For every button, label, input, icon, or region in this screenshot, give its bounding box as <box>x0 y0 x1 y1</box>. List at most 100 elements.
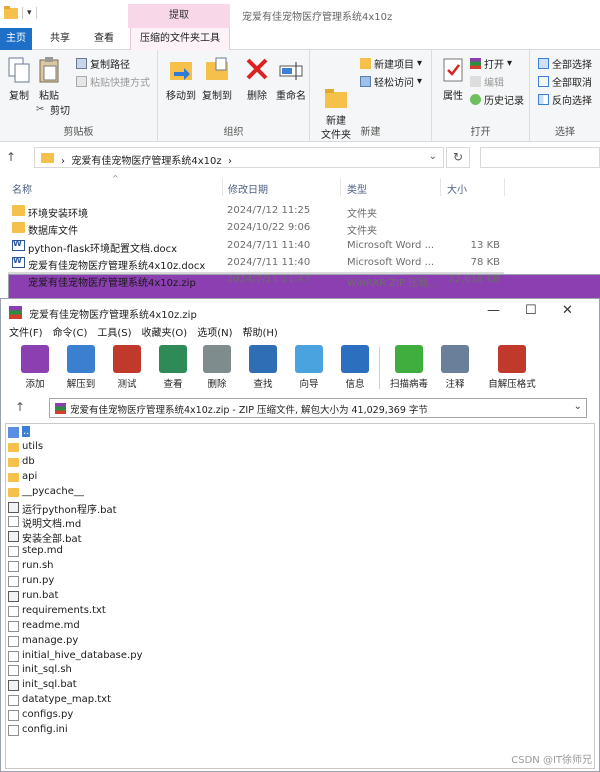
chevron-down-icon[interactable]: ⌄ <box>574 401 582 412</box>
file-name: python-flask环境配置文档.docx <box>28 244 178 255</box>
file-date: 2024/7/11 11:40 <box>227 257 311 268</box>
folder-icon <box>8 472 19 482</box>
batch-file-icon <box>8 531 19 543</box>
wizard-button[interactable]: 向导 <box>285 345 333 390</box>
tab-compressed-folder-tools[interactable]: 压缩的文件夹工具 <box>130 28 230 50</box>
file-date: 2024/7/11 11:47 <box>227 274 311 285</box>
winrar-titlebar: 宠爱有佳宠物医疗管理系统4x10z.zip — ☐ ✕ <box>1 299 599 325</box>
delete-button[interactable]: 删除 <box>238 54 276 102</box>
file-type: Microsoft Word ... <box>347 257 435 268</box>
menu-help[interactable]: 帮助(H) <box>243 325 278 343</box>
tab-view[interactable]: 查看 <box>88 28 120 50</box>
find-icon <box>249 345 277 373</box>
add-button[interactable]: 添加 <box>11 345 59 390</box>
chevron-down-icon: ▾ <box>507 58 513 69</box>
winrar-address-row: ↑ 宠爱有佳宠物医疗管理系统4x10z.zip - ZIP 压缩文件, 解包大小… <box>1 397 599 419</box>
list-item-label: step.md <box>22 545 63 557</box>
file-icon <box>8 546 19 558</box>
history-button[interactable]: 历史记录 <box>470 92 524 107</box>
copy-path-button[interactable]: 复制路径 <box>76 56 130 71</box>
nav-up-arrow-icon[interactable]: ↑ <box>6 150 16 164</box>
col-type[interactable]: 类型 <box>347 181 367 196</box>
rename-button[interactable]: 重命名 <box>272 54 310 102</box>
invert-selection-icon <box>538 94 549 105</box>
up-arrow-icon[interactable]: ↑ <box>15 400 25 414</box>
file-name: 数据库文件 <box>28 226 78 237</box>
file-row[interactable]: 数据库文件 2024/10/22 9:06 文件夹 <box>8 220 504 237</box>
easy-access-button[interactable]: 轻松访问 ▾ <box>360 74 422 89</box>
sort-caret-icon: ^ <box>112 174 119 183</box>
chevron-down-icon: ▾ <box>417 76 423 87</box>
tab-home[interactable]: 主页 <box>0 28 32 50</box>
search-input[interactable] <box>480 147 600 168</box>
cut-button[interactable]: ✂ 剪切 <box>36 102 70 117</box>
copy-icon <box>6 56 32 84</box>
info-button[interactable]: 信息 <box>331 345 379 390</box>
history-icon <box>470 94 481 105</box>
file-icon <box>8 635 19 647</box>
select-all-button[interactable]: 全部选择 <box>538 56 592 71</box>
winrar-icon <box>470 58 481 69</box>
file-icon <box>8 650 19 662</box>
test-icon <box>113 345 141 373</box>
file-row[interactable]: 环境安装环境 2024/7/12 11:25 文件夹 <box>8 203 504 220</box>
sfx-button[interactable]: 自解压格式 <box>483 345 541 390</box>
file-icon <box>8 576 19 587</box>
file-row[interactable]: python-flask环境配置文档.docx 2024/7/11 11:40 Mi… <box>8 238 504 255</box>
folder-icon <box>8 487 19 497</box>
col-date[interactable]: 修改日期 <box>228 181 268 196</box>
extract-to-icon <box>67 345 95 373</box>
paste-shortcut-button[interactable]: 粘贴快捷方式 <box>76 74 150 89</box>
extract-to-button[interactable]: 解压到 <box>57 345 105 390</box>
menu-command[interactable]: 命令(C) <box>53 325 88 343</box>
delete-button[interactable]: 删除 <box>193 345 241 390</box>
winrar-path-dropdown[interactable]: 宠爱有佳宠物医疗管理系统4x10z.zip - ZIP 压缩文件, 解包大小为 … <box>49 398 587 418</box>
view-button[interactable]: 查看 <box>149 345 197 390</box>
properties-button[interactable]: 属性 <box>434 54 472 102</box>
copy-to-button[interactable]: 复制到 <box>198 54 236 102</box>
minimize-icon[interactable]: — <box>487 303 500 318</box>
comment-button[interactable]: 注释 <box>431 345 479 390</box>
list-item-label: __pycache__ <box>22 485 84 497</box>
move-to-button[interactable]: 移动到 <box>162 54 200 102</box>
menu-options[interactable]: 选项(N) <box>197 325 232 343</box>
file-name: 宠爱有佳宠物医疗管理系统4x10z.docx <box>28 261 206 272</box>
close-icon[interactable]: ✕ <box>562 303 573 318</box>
maximize-icon[interactable]: ☐ <box>525 303 537 318</box>
copy-to-icon <box>204 56 230 84</box>
new-item-button[interactable]: 新建项目 ▾ <box>360 56 422 71</box>
new-folder-button[interactable]: 新建 文件夹 <box>316 54 356 157</box>
file-row[interactable]: 宠爱有佳宠物医疗管理系统4x10z.zip 2024/7/11 11:47 WinR… <box>8 272 600 748</box>
edit-button[interactable]: 编辑 <box>470 74 504 89</box>
folder-icon[interactable] <box>4 5 18 19</box>
col-size[interactable]: 大小 <box>447 181 467 196</box>
select-none-button[interactable]: 全部取消 <box>538 74 592 89</box>
test-button[interactable]: 测试 <box>103 345 151 390</box>
find-button[interactable]: 查找 <box>239 345 287 390</box>
paste-button[interactable]: 粘贴 <box>30 54 68 102</box>
winrar-title: 宠爱有佳宠物医疗管理系统4x10z.zip <box>29 310 197 321</box>
winrar-toolbar: 添加 解压到 测试 查看 删除 查找 向导 信息 扫描病毒 注释 自解压格式 <box>1 343 599 393</box>
address-bar[interactable]: › 宠爱有佳宠物医疗管理系统4x10z › ⌄ <box>34 147 444 168</box>
refresh-icon[interactable]: ↻ <box>446 147 470 168</box>
menu-tools[interactable]: 工具(S) <box>97 325 131 343</box>
tab-share[interactable]: 共享 <box>44 28 76 50</box>
folder-icon <box>12 205 25 216</box>
window-title: 宠爱有佳宠物医疗管理系统4x10z <box>242 12 393 23</box>
ribbon-tabs: 主页 共享 查看 压缩的文件夹工具 <box>0 28 600 50</box>
context-tab-extract[interactable]: 提取 <box>128 4 230 28</box>
wizard-icon <box>295 345 323 373</box>
menu-file[interactable]: 文件(F) <box>9 325 43 343</box>
file-row[interactable]: 宠爱有佳宠物医疗管理系统4x10z.docx 2024/7/11 11:40 Mic… <box>8 255 504 272</box>
column-header: 名称 ^ 修改日期 类型 大小 <box>0 174 600 196</box>
virus-scan-button[interactable]: 扫描病毒 <box>385 345 433 390</box>
menu-favorites[interactable]: 收藏夹(O) <box>142 325 188 343</box>
chevron-down-icon[interactable]: ▾ <box>27 8 32 18</box>
folder-icon <box>8 457 19 467</box>
open-group: 属性 打开 ▾ 编辑 历史记录 打开 <box>432 50 530 142</box>
open-button[interactable]: 打开 ▾ <box>470 56 512 71</box>
invert-selection-button[interactable]: 反向选择 <box>538 92 592 107</box>
chevron-down-icon[interactable]: ⌄ <box>429 151 437 162</box>
col-name[interactable]: 名称 <box>12 181 32 196</box>
file-explorer-window: ▾ 提取 宠爱有佳宠物医疗管理系统4x10z 主页 共享 查看 压缩的文件夹工具… <box>0 0 600 748</box>
